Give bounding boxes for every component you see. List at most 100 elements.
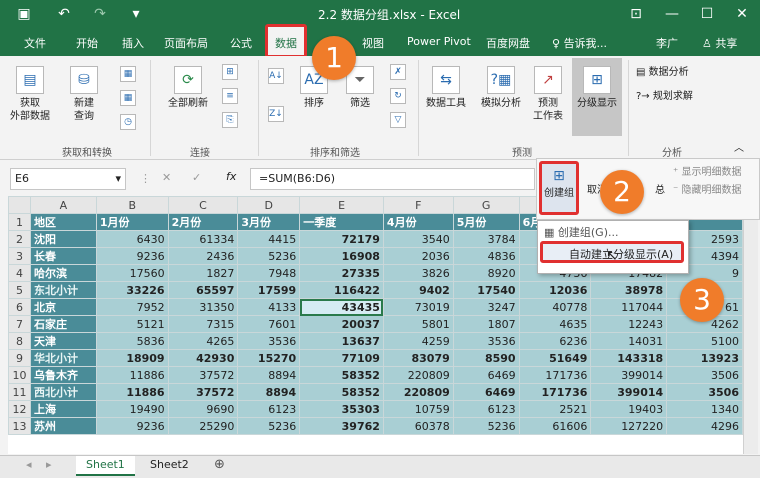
column-header[interactable]: C	[167, 196, 239, 214]
customize-icon[interactable]: ▾	[124, 3, 148, 25]
value-cell[interactable]: 3247	[452, 298, 520, 316]
value-cell[interactable]: 5121	[95, 315, 169, 333]
tab-insert[interactable]: 插入	[122, 35, 144, 51]
what-if-button[interactable]: ?▦ 模拟分析	[476, 66, 526, 110]
sheet-tab-1[interactable]: Sheet1	[76, 456, 135, 476]
get-external-data-button[interactable]: ▤ 获取 外部数据	[6, 66, 54, 123]
column-header[interactable]: E	[299, 196, 384, 214]
row-header[interactable]: 8	[8, 332, 31, 350]
value-cell[interactable]: 38978	[590, 281, 668, 299]
tab-baidu[interactable]: 百度网盘	[486, 35, 530, 51]
value-cell[interactable]: 220809	[382, 383, 454, 401]
value-cell[interactable]: 31350	[167, 298, 239, 316]
value-cell[interactable]: 16908	[299, 247, 384, 265]
value-cell[interactable]: 4265	[167, 332, 239, 350]
row-header[interactable]: 7	[8, 315, 31, 333]
column-header[interactable]: F	[382, 196, 454, 214]
tell-me-input[interactable]: ♀ 告诉我...	[552, 35, 607, 51]
value-cell[interactable]: 171736	[518, 383, 592, 401]
enter-icon[interactable]: ✓	[192, 171, 201, 184]
ribbon-display-icon[interactable]: ⊡	[624, 3, 648, 25]
region-cell[interactable]: 苏州	[29, 417, 97, 435]
close-icon[interactable]: ✕	[730, 3, 754, 25]
column-header[interactable]: A	[29, 196, 97, 214]
value-cell[interactable]: 19403	[590, 400, 668, 418]
value-cell[interactable]: 399014	[590, 366, 668, 384]
header-cell[interactable]: 地区	[29, 213, 97, 231]
region-cell[interactable]: 华北小计	[29, 349, 97, 367]
value-cell[interactable]: 19490	[95, 400, 169, 418]
header-cell[interactable]: 1月份	[95, 213, 169, 231]
value-cell[interactable]: 3784	[452, 230, 520, 248]
value-cell[interactable]: 20037	[299, 315, 384, 333]
value-cell[interactable]: 35303	[299, 400, 384, 418]
new-query-button[interactable]: ⛁ 新建 查询	[62, 66, 106, 123]
value-cell[interactable]: 7952	[95, 298, 169, 316]
value-cell[interactable]: 6236	[518, 332, 592, 350]
value-cell[interactable]: 4635	[518, 315, 592, 333]
show-detail-button[interactable]: ⁺ 显示明细数据	[673, 163, 741, 178]
value-cell[interactable]: 17599	[237, 281, 301, 299]
row-header[interactable]: 5	[8, 281, 31, 299]
value-cell[interactable]: 220809	[382, 366, 454, 384]
user-name[interactable]: 李广	[656, 35, 678, 51]
region-cell[interactable]: 西北小计	[29, 383, 97, 401]
solver-button[interactable]: ?→ 规划求解	[636, 90, 706, 103]
row-header[interactable]: 3	[8, 247, 31, 265]
value-cell[interactable]: 72179	[299, 230, 384, 248]
value-cell[interactable]: 7315	[167, 315, 239, 333]
value-cell[interactable]: 5801	[382, 315, 454, 333]
value-cell[interactable]: 11886	[95, 383, 169, 401]
create-group-button[interactable]: ⊞ 创建组	[539, 161, 579, 215]
value-cell[interactable]: 43435	[299, 298, 384, 316]
value-cell[interactable]: 61606	[518, 417, 592, 435]
value-cell[interactable]: 12243	[590, 315, 668, 333]
value-cell[interactable]: 2036	[382, 247, 454, 265]
redo-icon[interactable]: ↷	[88, 3, 112, 25]
hide-detail-button[interactable]: ⁻ 隐藏明细数据	[673, 181, 741, 196]
tab-data[interactable]: 数据	[265, 24, 307, 58]
value-cell[interactable]: 12036	[518, 281, 592, 299]
reapply-icon[interactable]: ↻	[390, 88, 406, 104]
value-cell[interactable]: 6430	[95, 230, 169, 248]
value-cell[interactable]: 4415	[237, 230, 301, 248]
value-cell[interactable]: 1827	[167, 264, 239, 282]
value-cell[interactable]: 127220	[590, 417, 668, 435]
show-queries-icon[interactable]: ▦	[120, 66, 136, 82]
collapse-ribbon-icon[interactable]: ︿	[732, 142, 746, 155]
connections-icon[interactable]: ⊞	[222, 64, 238, 80]
maximize-icon[interactable]: ☐	[695, 3, 719, 25]
value-cell[interactable]: 73019	[382, 298, 454, 316]
cancel-icon[interactable]: ✕	[162, 171, 171, 184]
value-cell[interactable]: 6469	[452, 383, 520, 401]
value-cell[interactable]: 25290	[167, 417, 239, 435]
value-cell[interactable]: 9690	[167, 400, 239, 418]
value-cell[interactable]: 39762	[299, 417, 384, 435]
value-cell[interactable]: 13637	[299, 332, 384, 350]
row-header[interactable]: 11	[8, 383, 31, 401]
value-cell[interactable]: 7948	[237, 264, 301, 282]
value-cell[interactable]: 5236	[452, 417, 520, 435]
value-cell[interactable]: 61334	[167, 230, 239, 248]
select-all-corner[interactable]	[8, 196, 31, 214]
value-cell[interactable]: 3536	[452, 332, 520, 350]
row-header[interactable]: 9	[8, 349, 31, 367]
value-cell[interactable]: 10759	[382, 400, 454, 418]
value-cell[interactable]: 3540	[382, 230, 454, 248]
value-cell[interactable]: 6123	[237, 400, 301, 418]
tab-formulas[interactable]: 公式	[230, 35, 252, 51]
value-cell[interactable]: 143318	[590, 349, 668, 367]
value-cell[interactable]: 6123	[452, 400, 520, 418]
outline-button[interactable]: ⊞ 分级显示	[572, 58, 622, 136]
data-tools-button[interactable]: ⇆ 数据工具	[424, 66, 468, 110]
value-cell[interactable]: 13923	[666, 349, 743, 367]
value-cell[interactable]: 18909	[95, 349, 169, 367]
region-cell[interactable]: 东北小计	[29, 281, 97, 299]
value-cell[interactable]: 15270	[237, 349, 301, 367]
value-cell[interactable]: 2436	[167, 247, 239, 265]
tab-power-pivot[interactable]: Power Pivot	[407, 35, 471, 48]
refresh-all-button[interactable]: ⟳ 全部刷新	[158, 66, 218, 110]
value-cell[interactable]: 5236	[237, 247, 301, 265]
row-header[interactable]: 10	[8, 366, 31, 384]
value-cell[interactable]: 9402	[382, 281, 454, 299]
